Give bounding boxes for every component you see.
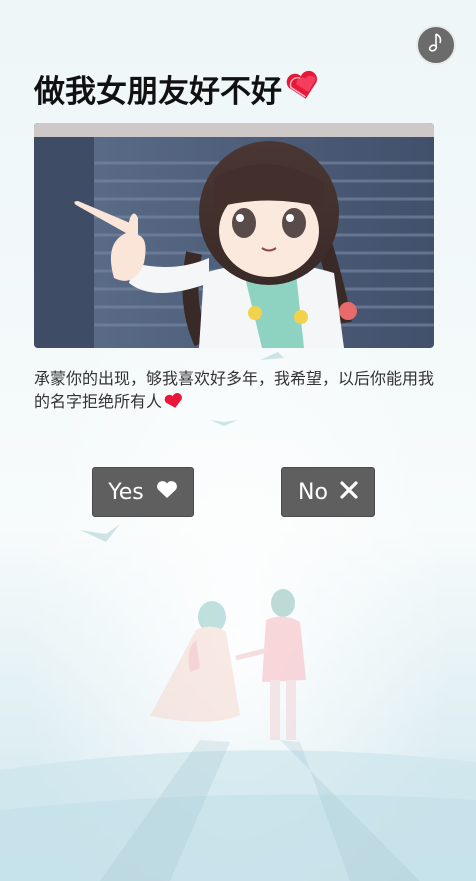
page-title: 做我女朋友好不好 [34,66,321,111]
yes-button[interactable]: Yes [92,467,194,517]
yes-button-label: Yes [108,479,144,505]
heart-icon [156,480,178,505]
page-title-text: 做我女朋友好不好 [34,74,282,110]
no-button-label: No [298,479,328,505]
close-icon [340,480,358,505]
music-note-icon [426,31,446,59]
anime-girl-photo [34,123,434,348]
love-message: 承蒙你的出现，够我喜欢好多年，我希望，以后你能用我的名字拒绝所有人 [34,367,434,415]
no-button[interactable]: No [281,467,375,517]
love-message-text: 承蒙你的出现，够我喜欢好多年，我希望，以后你能用我的名字拒绝所有人 [34,369,435,411]
heart-icon [164,392,184,415]
music-toggle-button[interactable] [416,25,456,65]
heart-icon [285,70,321,108]
